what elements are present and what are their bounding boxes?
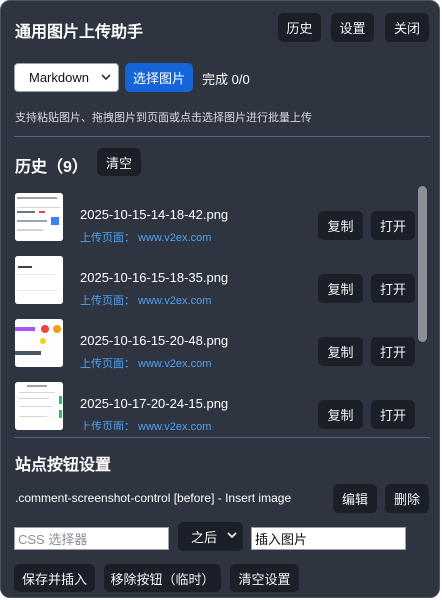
- settings-button[interactable]: 设置: [331, 13, 374, 42]
- upload-progress: 完成 0/0: [202, 72, 250, 87]
- clear-settings-button[interactable]: 清空设置: [230, 564, 299, 592]
- chevron-down-icon: [227, 528, 237, 545]
- edit-rule-button[interactable]: 编辑: [333, 484, 377, 513]
- history-source-label: 上传页面：: [80, 295, 135, 307]
- history-source-link[interactable]: www.v2ex.com: [138, 232, 211, 244]
- history-source-label: 上传页面：: [80, 421, 135, 430]
- choose-image-button[interactable]: 选择图片: [125, 63, 193, 92]
- button-rule: .comment-screenshot-control [before] - I…: [15, 491, 292, 505]
- copy-button[interactable]: 复制: [318, 337, 363, 366]
- format-select-value: Markdown: [29, 70, 89, 85]
- button-text-input[interactable]: 插入图片: [251, 527, 406, 550]
- format-select[interactable]: Markdown: [14, 63, 119, 92]
- insert-position-value: 之后: [191, 530, 218, 545]
- image-thumbnail[interactable]: [15, 319, 63, 367]
- history-heading: 历史（9）: [15, 159, 88, 176]
- image-thumbnail[interactable]: [15, 256, 63, 304]
- site-settings-heading: 站点按钮设置: [15, 457, 112, 474]
- history-list: 2025-10-15-14-18-42.png 上传页面： www.v2ex.co…: [14, 184, 418, 430]
- image-thumbnail[interactable]: [15, 193, 63, 241]
- css-selector-input[interactable]: CSS 选择器: [14, 527, 169, 550]
- copy-button[interactable]: 复制: [318, 400, 363, 429]
- close-button[interactable]: 关闭: [385, 13, 429, 42]
- history-source: 上传页面： www.v2ex.com: [80, 292, 211, 308]
- upload-hint: 支持粘贴图片、拖拽图片到页面或点击选择图片进行批量上传: [15, 112, 312, 124]
- history-source: 上传页面： www.v2ex.com: [80, 418, 211, 430]
- history-item: 2025-10-15-14-18-42.png 上传页面： www.v2ex.co…: [14, 192, 418, 245]
- panel-title: 通用图片上传助手: [15, 24, 144, 41]
- history-item: 2025-10-16-15-18-35.png 上传页面： www.v2ex.co…: [14, 255, 418, 308]
- open-button[interactable]: 打开: [371, 211, 415, 240]
- history-source: 上传页面： www.v2ex.com: [80, 229, 211, 245]
- insert-position-select[interactable]: 之后: [178, 522, 243, 551]
- history-filename: 2025-10-16-15-20-48.png: [80, 333, 229, 348]
- history-source-link[interactable]: www.v2ex.com: [138, 421, 211, 430]
- history-source-link[interactable]: www.v2ex.com: [138, 295, 211, 307]
- divider: [14, 136, 430, 137]
- history-source-label: 上传页面：: [80, 358, 135, 370]
- history-filename: 2025-10-17-20-24-15.png: [80, 396, 229, 411]
- history-item: 2025-10-17-20-24-15.png 上传页面： www.v2ex.co…: [14, 381, 418, 430]
- copy-button[interactable]: 复制: [318, 274, 363, 303]
- history-source-label: 上传页面：: [80, 232, 135, 244]
- history-source-link[interactable]: www.v2ex.com: [138, 358, 211, 370]
- delete-rule-button[interactable]: 删除: [385, 484, 429, 513]
- chevron-down-icon: [101, 70, 111, 87]
- history-filename: 2025-10-15-14-18-42.png: [80, 207, 229, 222]
- save-and-insert-button[interactable]: 保存并插入: [14, 564, 95, 592]
- history-filename: 2025-10-16-15-18-35.png: [80, 270, 229, 285]
- history-button[interactable]: 历史: [278, 13, 321, 42]
- upload-helper-panel: 通用图片上传助手 历史 设置 关闭 Markdown 选择图片 完成 0/0 支…: [0, 0, 440, 598]
- open-button[interactable]: 打开: [371, 274, 415, 303]
- remove-button-temporary[interactable]: 移除按钮（临时）: [104, 564, 221, 592]
- clear-history-button[interactable]: 清空: [97, 148, 141, 176]
- image-thumbnail[interactable]: [15, 382, 63, 430]
- copy-button[interactable]: 复制: [318, 211, 363, 240]
- open-button[interactable]: 打开: [371, 400, 415, 429]
- history-item: 2025-10-16-15-20-48.png 上传页面： www.v2ex.co…: [14, 318, 418, 371]
- divider: [14, 437, 430, 438]
- history-scrollbar-thumb[interactable]: [418, 186, 427, 342]
- open-button[interactable]: 打开: [371, 337, 415, 366]
- history-source: 上传页面： www.v2ex.com: [80, 355, 211, 371]
